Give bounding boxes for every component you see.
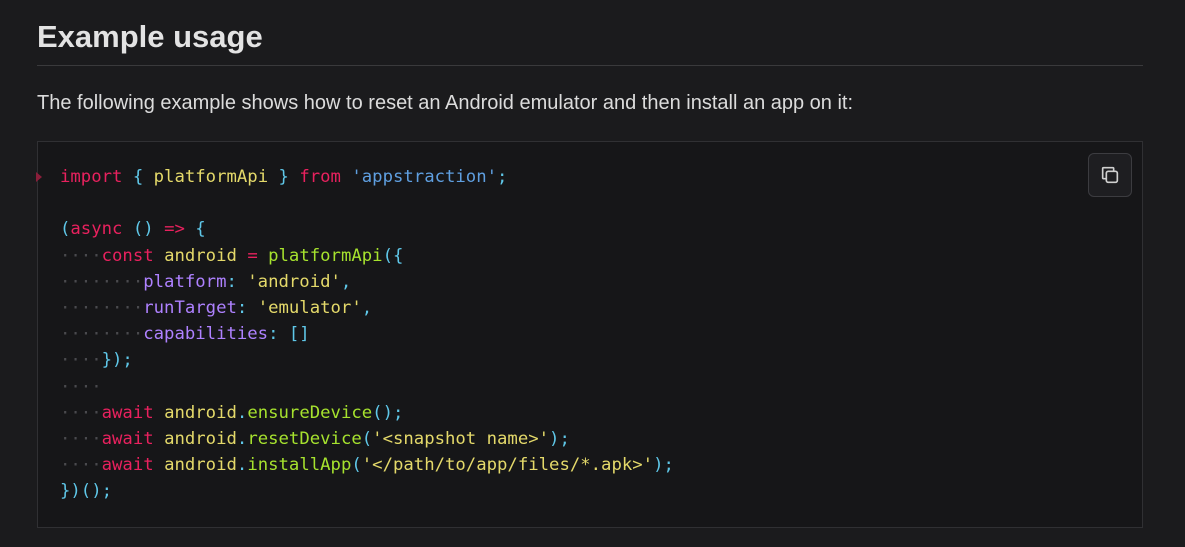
heading-divider [37, 65, 1143, 66]
section-heading: Example usage [37, 19, 263, 54]
code-line: (async () => { [60, 219, 206, 240]
copy-icon [1101, 166, 1119, 184]
code-line: })(); [60, 481, 113, 502]
copy-code-button[interactable] [1088, 153, 1132, 197]
code-line: ····await android.installApp('</path/to/… [60, 455, 674, 476]
code-content: import { platformApi } from 'appstractio… [60, 164, 674, 505]
code-line: ····}); [60, 350, 133, 371]
line-marker-icon [36, 172, 42, 182]
code-line: ····const android = platformApi({ [60, 245, 404, 266]
code-line: import { platformApi } from 'appstractio… [60, 167, 508, 187]
intro-paragraph: The following example shows how to reset… [37, 92, 854, 114]
code-line: ····await android.ensureDevice(); [60, 402, 404, 423]
code-block: import { platformApi } from 'appstractio… [36, 141, 1143, 528]
code-line: ···· [60, 376, 102, 397]
code-line: ····await android.resetDevice('<snapshot… [60, 429, 570, 450]
code-line: ········platform: 'android', [60, 271, 352, 292]
code-line: ········capabilities: [] [60, 324, 310, 345]
code-line: ········runTarget: 'emulator', [60, 298, 373, 319]
